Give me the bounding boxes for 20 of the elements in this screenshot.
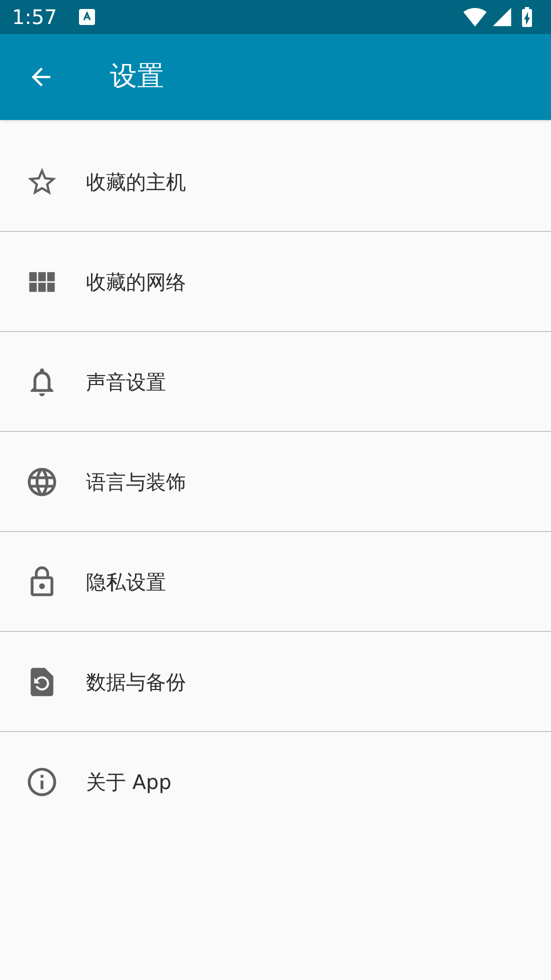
- settings-item[interactable]: 收藏的网络: [0, 232, 551, 332]
- page-title: 设置: [110, 60, 164, 94]
- info-icon: [25, 765, 59, 799]
- settings-item[interactable]: 语言与装饰: [0, 432, 551, 532]
- item-label: 收藏的网络: [86, 268, 186, 296]
- status-time: 1:57: [12, 4, 57, 31]
- item-label: 声音设置: [86, 368, 166, 396]
- item-label: 语言与装饰: [86, 468, 186, 496]
- notification-icon: [78, 9, 95, 25]
- signal-icon: [491, 6, 513, 28]
- item-label: 关于 App: [86, 769, 172, 796]
- settings-item[interactable]: 收藏的主机: [0, 132, 551, 232]
- item-label: 收藏的主机: [86, 168, 186, 196]
- settings-item[interactable]: 关于 App: [0, 732, 551, 832]
- wifi-icon: [463, 5, 487, 29]
- settings-item[interactable]: 数据与备份: [0, 632, 551, 732]
- item-label: 隐私设置: [86, 568, 166, 596]
- settings-item[interactable]: 声音设置: [0, 332, 551, 432]
- item-label: 数据与备份: [86, 668, 186, 696]
- settings-item[interactable]: 隐私设置: [0, 532, 551, 632]
